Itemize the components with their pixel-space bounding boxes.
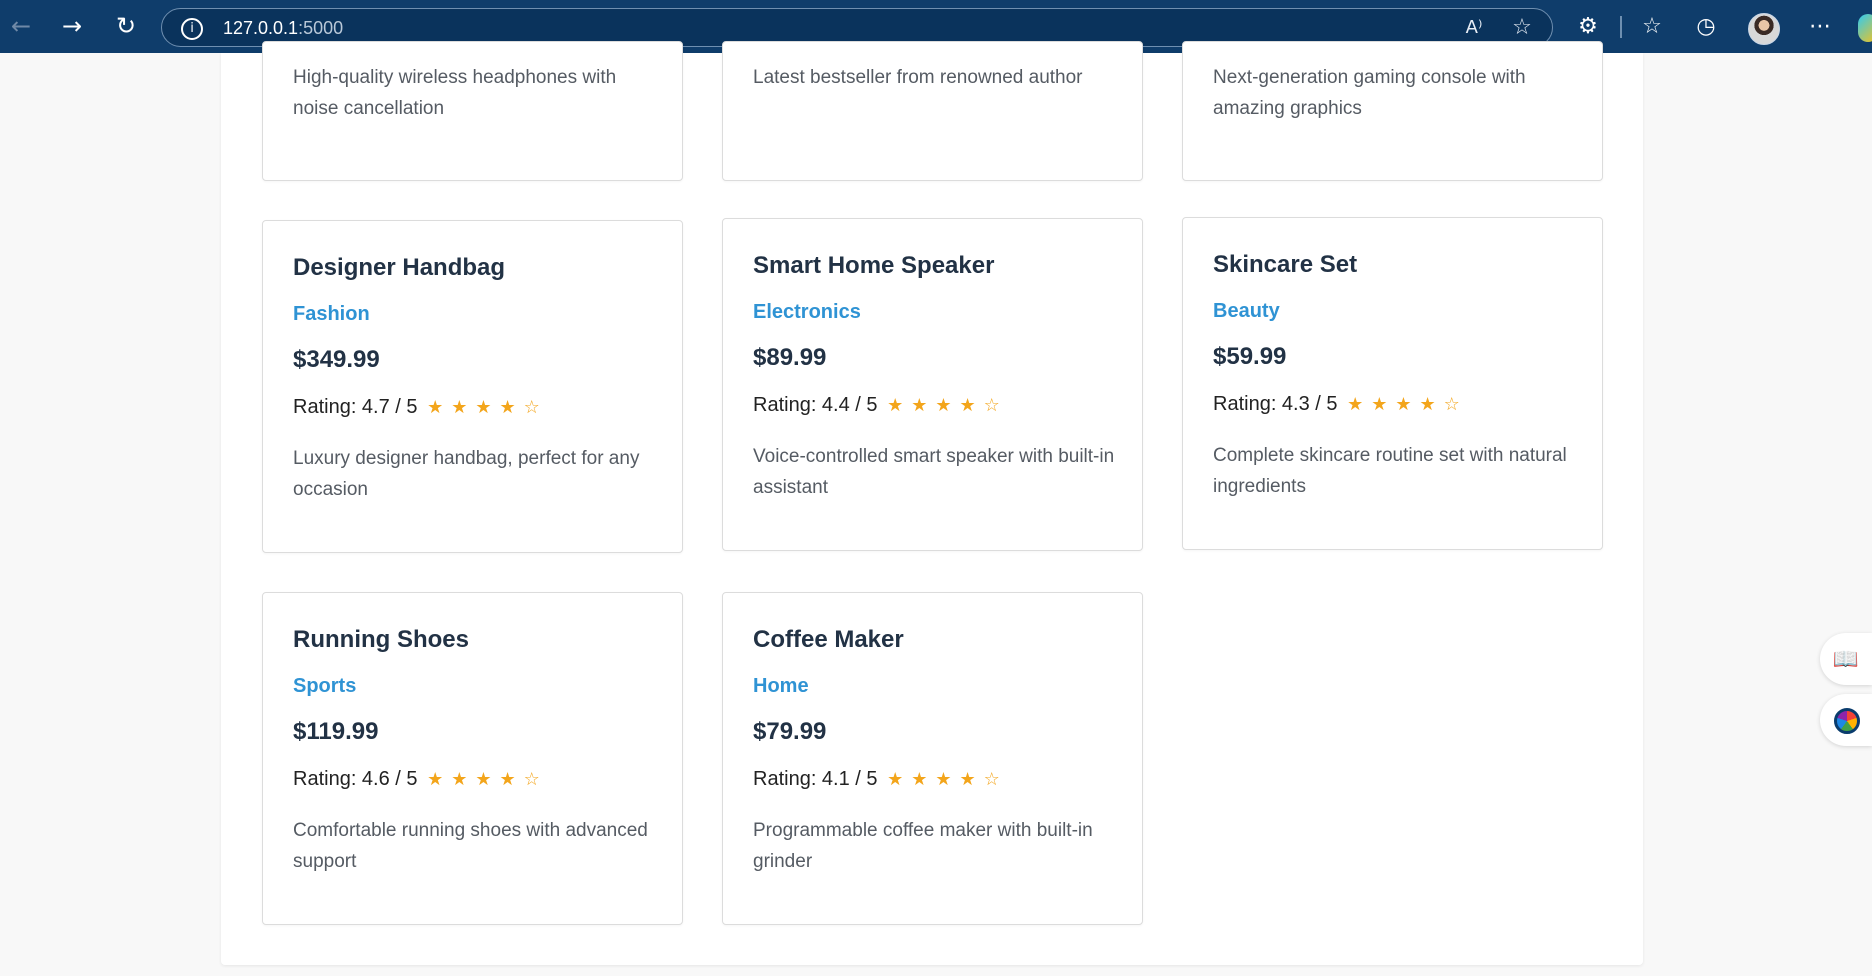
product-rating: Rating: 4.3 / 5 ★★★★☆ — [1213, 393, 1468, 416]
product-price: $89.99 — [753, 344, 827, 371]
product-category: Beauty — [1213, 300, 1280, 322]
page-content: High-quality wireless headphones with no… — [0, 41, 1872, 976]
extensions-icon[interactable]: ⚙ — [1573, 12, 1603, 42]
product-price: $119.99 — [293, 718, 379, 745]
product-description: Latest bestseller from renowned author — [753, 67, 1083, 88]
product-description: Next-generation gaming console with amaz… — [1213, 67, 1526, 119]
product-price: $349.99 — [293, 346, 380, 373]
history-icon[interactable]: ◷ — [1691, 12, 1721, 42]
product-description: Complete skincare routine set with natur… — [1213, 445, 1567, 497]
read-aloud-icon[interactable]: A⁾ — [1460, 14, 1488, 42]
product-description: Programmable coffee maker with built-in … — [753, 820, 1093, 872]
rating-stars: ★★★★☆ — [427, 769, 548, 790]
product-description: Comfortable running shoes with advanced … — [293, 820, 648, 872]
product-card[interactable]: Coffee Maker Home $79.99 Rating: 4.1 / 5… — [722, 592, 1143, 925]
site-info-icon[interactable]: i — [181, 18, 203, 40]
url-host: 127.0.0.1 — [223, 18, 299, 38]
favorites-icon[interactable]: ☆ — [1637, 12, 1667, 42]
url-text[interactable]: 127.0.0.1:5000 — [223, 18, 343, 39]
product-category: Electronics — [753, 301, 861, 323]
product-category: Fashion — [293, 303, 370, 325]
product-card[interactable]: Next-generation gaming console with amaz… — [1182, 41, 1603, 181]
rating-stars: ★★★★☆ — [427, 397, 548, 418]
toolbar-divider — [1620, 16, 1622, 38]
more-options-icon[interactable]: ⋯ — [1805, 12, 1835, 42]
product-rating: Rating: 4.6 / 5 ★★★★☆ — [293, 768, 548, 791]
rating-text: Rating: 4.1 / 5 — [753, 768, 878, 790]
rating-stars: ★★★★☆ — [887, 395, 1008, 416]
product-price: $79.99 — [753, 718, 827, 745]
rating-stars: ★★★★☆ — [1347, 394, 1468, 415]
product-price: $59.99 — [1213, 343, 1287, 370]
forward-icon[interactable]: → — [57, 11, 87, 41]
product-description: Voice-controlled smart speaker with buil… — [753, 446, 1115, 498]
product-title: Designer Handbag — [293, 254, 506, 281]
immersive-reader-button[interactable]: 📖 — [1820, 633, 1872, 685]
copilot-icon[interactable] — [1858, 14, 1872, 42]
product-card[interactable]: Skincare Set Beauty $59.99 Rating: 4.3 /… — [1182, 217, 1603, 550]
rating-text: Rating: 4.3 / 5 — [1213, 393, 1338, 415]
refresh-icon[interactable]: ↻ — [111, 11, 141, 41]
product-title: Running Shoes — [293, 626, 469, 653]
product-rating: Rating: 4.1 / 5 ★★★★☆ — [753, 768, 1008, 791]
back-icon[interactable]: ← — [6, 11, 36, 41]
profile-avatar[interactable] — [1748, 13, 1780, 45]
rating-text: Rating: 4.6 / 5 — [293, 768, 418, 790]
rating-text: Rating: 4.4 / 5 — [753, 394, 878, 416]
product-card[interactable]: Latest bestseller from renowned author — [722, 41, 1143, 181]
product-description: High-quality wireless headphones with no… — [293, 67, 617, 119]
product-category: Sports — [293, 675, 357, 697]
url-port: :5000 — [298, 18, 344, 38]
product-rating: Rating: 4.4 / 5 ★★★★☆ — [753, 394, 1008, 417]
rating-stars: ★★★★☆ — [887, 769, 1008, 790]
product-title: Skincare Set — [1213, 251, 1358, 278]
product-card[interactable]: Designer Handbag Fashion $349.99 Rating:… — [262, 220, 683, 553]
product-description: Luxury designer handbag, perfect for any… — [293, 448, 640, 500]
product-title: Coffee Maker — [753, 626, 904, 653]
product-title: Smart Home Speaker — [753, 252, 995, 279]
favorite-star-icon[interactable]: ☆ — [1508, 14, 1536, 42]
product-card[interactable]: Running Shoes Sports $119.99 Rating: 4.6… — [262, 592, 683, 925]
product-card[interactable]: Smart Home Speaker Electronics $89.99 Ra… — [722, 218, 1143, 551]
product-category: Home — [753, 675, 809, 697]
product-card[interactable]: High-quality wireless headphones with no… — [262, 41, 683, 181]
color-palette-button[interactable] — [1820, 694, 1872, 746]
rating-text: Rating: 4.7 / 5 — [293, 396, 418, 418]
book-icon: 📖 — [1832, 647, 1860, 671]
palette-icon — [1834, 708, 1860, 734]
product-rating: Rating: 4.7 / 5 ★★★★☆ — [293, 396, 548, 419]
